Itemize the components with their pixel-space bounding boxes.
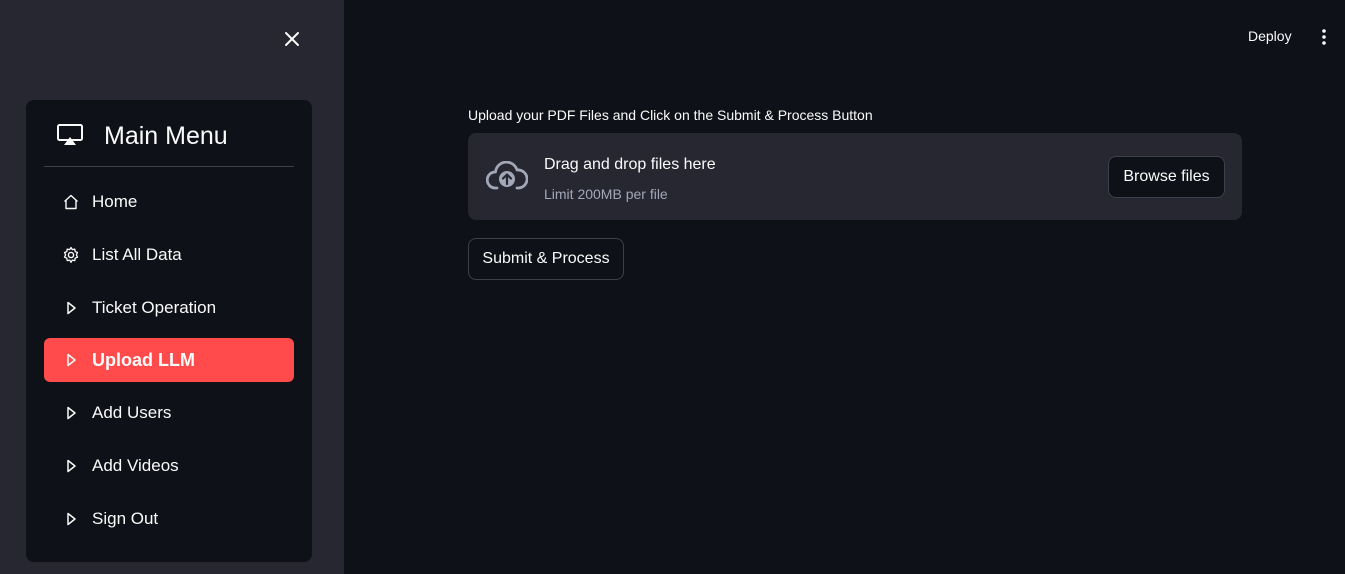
- menu-item-list-all-data[interactable]: List All Data: [44, 233, 294, 277]
- caret-right-icon: [62, 404, 80, 422]
- cloud-upload-icon: [486, 161, 528, 190]
- menu-header: Main Menu: [26, 100, 312, 166]
- menu-item-label: Ticket Operation: [92, 298, 217, 317]
- close-sidebar-button[interactable]: [280, 27, 304, 51]
- menu-item-home[interactable]: Home: [44, 180, 294, 224]
- kebab-menu-icon[interactable]: [1321, 28, 1327, 46]
- main-menu: Main Menu Home List All Data Ticket Oper…: [26, 100, 312, 562]
- dropzone-title: Drag and drop files here: [544, 156, 716, 173]
- file-dropzone[interactable]: Drag and drop files here Limit 200MB per…: [468, 133, 1242, 220]
- menu-item-add-users[interactable]: Add Users: [44, 391, 294, 435]
- close-icon[interactable]: [284, 31, 300, 47]
- menu-item-add-videos[interactable]: Add Videos: [44, 444, 294, 488]
- caret-right-icon: [62, 351, 80, 369]
- menu-item-sign-out[interactable]: Sign Out: [44, 497, 294, 541]
- sidebar: Main Menu Home List All Data Ticket Oper…: [0, 0, 344, 574]
- caret-right-icon: [62, 299, 80, 317]
- menu-title: Main Menu: [104, 122, 228, 150]
- menu-divider: [44, 166, 294, 167]
- caret-right-icon: [62, 510, 80, 528]
- gear-icon: [62, 246, 80, 264]
- menu-item-label: Home: [92, 192, 138, 211]
- caret-right-icon: [62, 457, 80, 475]
- menu-item-ticket-operation[interactable]: Ticket Operation: [44, 286, 294, 330]
- house-icon: [62, 193, 80, 211]
- upload-label: Upload your PDF Files and Click on the S…: [468, 107, 873, 123]
- main-menu-button[interactable]: [1313, 26, 1335, 48]
- deploy-button[interactable]: Deploy: [1236, 26, 1304, 48]
- menu-item-label: Upload LLM: [92, 349, 195, 370]
- menu-item-label: Add Videos: [92, 456, 179, 475]
- menu-item-upload-llm[interactable]: Upload LLM: [44, 338, 294, 382]
- app-root: Main Menu Home List All Data Ticket Oper…: [0, 0, 1345, 574]
- dropzone-limit: Limit 200MB per file: [544, 186, 668, 202]
- cast-icon: [57, 124, 83, 145]
- menu-item-label: Add Users: [92, 403, 172, 422]
- browse-files-button[interactable]: Browse files: [1108, 156, 1225, 198]
- menu-item-label: List All Data: [92, 245, 182, 264]
- submit-process-button[interactable]: Submit & Process: [468, 238, 624, 280]
- menu-item-label: Sign Out: [92, 509, 159, 528]
